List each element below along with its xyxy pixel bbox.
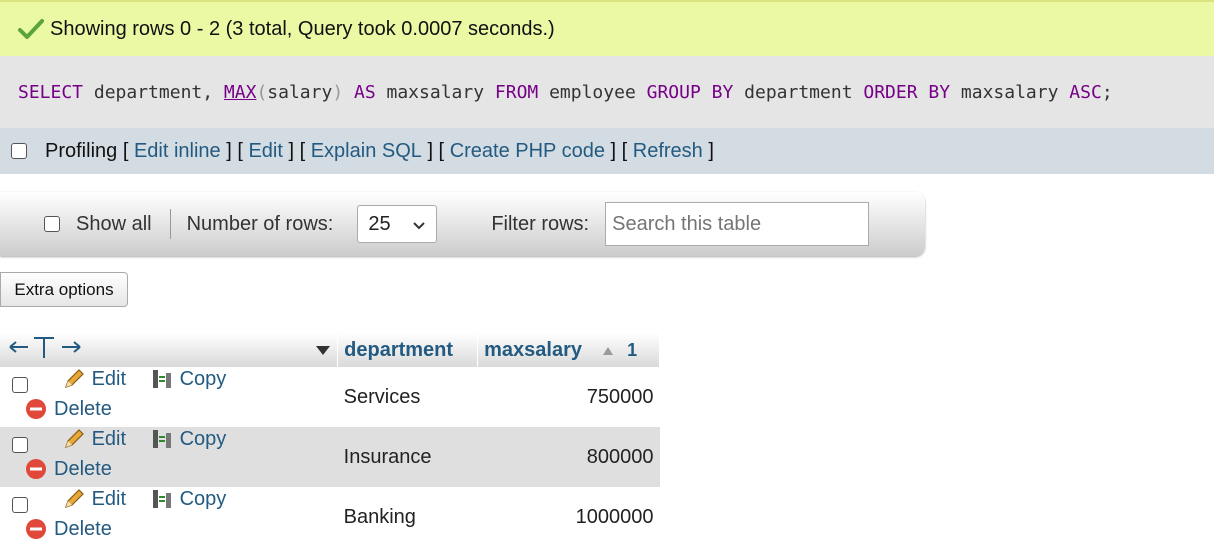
copy-icon [150,427,174,451]
filter-label: Filter rows: [491,212,590,235]
edit-row-button[interactable]: Edit [62,367,126,391]
table-row: Edit Copy Delete Banking 1000000 [0,487,660,547]
table-row: Edit Copy Delete Services 750000 [0,367,660,427]
cell-maxsalary[interactable]: 800000 [477,427,660,487]
table-navigation: Show all Number of rows: 25 Filter rows: [0,192,925,256]
sql-function-max[interactable]: MAX [224,82,257,103]
row-checkbox[interactable] [12,497,28,513]
profiling-checkbox[interactable] [11,143,27,159]
delete-row-button[interactable]: Delete [24,397,112,421]
chevron-down-icon [412,216,426,239]
column-controls-header [0,333,339,367]
table-row: Edit Copy Delete Insurance 800000 [0,427,660,487]
cell-department[interactable]: Banking [337,487,478,547]
show-all-label[interactable]: Show all [76,213,152,236]
copy-row-button[interactable]: Copy [150,427,226,451]
check-icon [18,18,44,40]
sql-query: SELECT department, MAX(salary) AS maxsal… [0,56,1214,128]
sort-index: 1 [627,339,638,360]
success-message: Showing rows 0 - 2 (3 total, Query took … [0,0,1214,56]
rows-per-page-select[interactable]: 25 [357,205,438,243]
pencil-icon [62,367,86,391]
row-checkbox[interactable] [12,437,28,453]
results-table: department maxsalary 1 Edit Copy Delete … [0,333,660,547]
cell-maxsalary[interactable]: 750000 [477,367,660,427]
divider [169,209,171,239]
delete-row-button[interactable]: Delete [24,457,112,481]
edit-row-button[interactable]: Edit [62,427,126,451]
delete-row-button[interactable]: Delete [24,517,112,541]
row-checkbox[interactable] [12,377,28,393]
pencil-icon [62,427,86,451]
edit-link[interactable]: Edit [248,140,282,163]
show-all-checkbox[interactable] [44,216,60,232]
rows-label: Number of rows: [186,212,334,235]
copy-icon [150,487,174,511]
cell-department[interactable]: Insurance [337,427,478,487]
cell-department[interactable]: Services [337,367,478,427]
copy-icon [150,367,174,391]
copy-row-button[interactable]: Copy [150,487,226,511]
sql-keyword-select: SELECT [18,81,84,103]
column-resize-arrows-icon[interactable] [6,334,84,366]
explain-sql-link[interactable]: Explain SQL [311,140,422,163]
profiling-bar: Profiling [ Edit inline ] [ Edit ] [ Exp… [0,128,1214,174]
extra-options-button[interactable]: Extra options [0,272,128,307]
edit-row-button[interactable]: Edit [62,487,126,511]
sort-ascending-icon [602,346,614,356]
filter-input[interactable] [605,202,870,246]
column-header-department[interactable]: department [337,333,479,367]
column-header-maxsalary[interactable]: maxsalary 1 [477,333,660,367]
success-message-text: Showing rows 0 - 2 (3 total, Query took … [50,17,555,40]
create-php-code-link[interactable]: Create PHP code [450,140,605,163]
copy-row-button[interactable]: Copy [150,367,226,391]
pencil-icon [62,487,86,511]
delete-icon [24,517,48,541]
cell-maxsalary[interactable]: 1000000 [477,487,660,547]
column-menu-icon[interactable] [315,339,331,362]
profiling-label: Profiling [45,139,118,162]
delete-icon [24,397,48,421]
refresh-link[interactable]: Refresh [633,140,703,163]
edit-inline-link[interactable]: Edit inline [134,140,221,163]
delete-icon [24,457,48,481]
